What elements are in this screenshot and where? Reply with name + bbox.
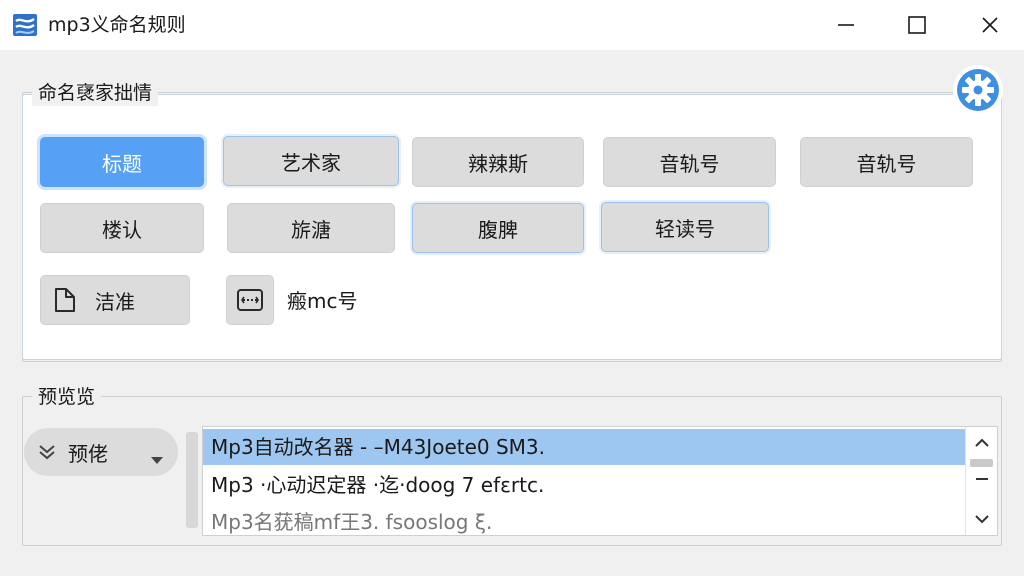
separator-icon — [235, 285, 265, 315]
document-icon — [51, 286, 79, 314]
minus-icon — [976, 478, 988, 480]
preview-list[interactable]: Mp3自动改名器 - –M43Joete0 SM3. Mp3 ·心动迟定器 ·迄… — [202, 426, 998, 536]
splitter-handle[interactable] — [186, 432, 198, 528]
chevron-up-icon — [975, 438, 989, 447]
tag-genre[interactable]: 旂溏 — [227, 203, 395, 253]
chevron-down-icon — [150, 447, 164, 471]
preview-mode-dropdown[interactable]: 预佬 — [24, 428, 178, 476]
maximize-button[interactable] — [885, 0, 949, 50]
list-item[interactable]: Mp3自动改名器 - –M43Joete0 SM3. — [203, 429, 967, 465]
preview-group-legend: 预览览 — [32, 384, 102, 410]
tag-disc-number[interactable]: 轻读号 — [601, 202, 769, 252]
window-title: mp3义命名规则 — [48, 14, 186, 36]
preview-scrollbar[interactable] — [965, 427, 997, 535]
tag-artist[interactable]: 艺术家 — [223, 136, 399, 186]
app-logo-icon — [12, 12, 38, 38]
tag-track-number[interactable]: 音轨号 — [603, 137, 776, 187]
double-chevron-down-icon — [36, 441, 58, 463]
naming-group-legend: 命名裦家拙情 — [32, 80, 159, 106]
scroll-minus-button[interactable] — [966, 467, 998, 491]
minimize-icon — [838, 24, 854, 26]
separator-button[interactable] — [226, 275, 274, 325]
maximize-icon — [908, 16, 926, 34]
gear-icon — [957, 69, 999, 111]
tag-filename-label: 洁准 — [95, 289, 135, 314]
scroll-thumb[interactable] — [970, 459, 993, 467]
list-item[interactable]: Mp3 ·心动迟定器 ·迄·doog 7 efεrtc. — [203, 467, 967, 503]
close-icon — [982, 17, 998, 33]
scroll-down-button[interactable] — [966, 505, 998, 533]
close-button[interactable] — [958, 0, 1022, 50]
chevron-down-icon — [975, 515, 989, 524]
preview-mode-label: 预佬 — [68, 441, 108, 466]
tag-album[interactable]: 辣辣斯 — [412, 137, 584, 187]
list-item[interactable]: Mp3名莸稿mf王3. fsooslog ξ. — [203, 504, 967, 540]
tag-track-number-2[interactable]: 音轨号 — [800, 137, 973, 187]
tag-filename[interactable]: 洁准 — [40, 275, 190, 325]
separator-label: 瘢mc号 — [287, 289, 358, 313]
title-bar: mp3义命名规则 — [0, 0, 1024, 50]
tag-comment[interactable]: 腹脾 — [412, 203, 584, 253]
minimize-button[interactable] — [814, 0, 878, 50]
tag-title[interactable]: 标题 — [40, 137, 204, 187]
tag-year[interactable]: 楼认 — [40, 203, 204, 253]
scroll-up-button[interactable] — [966, 429, 998, 457]
settings-button[interactable] — [953, 65, 1003, 115]
